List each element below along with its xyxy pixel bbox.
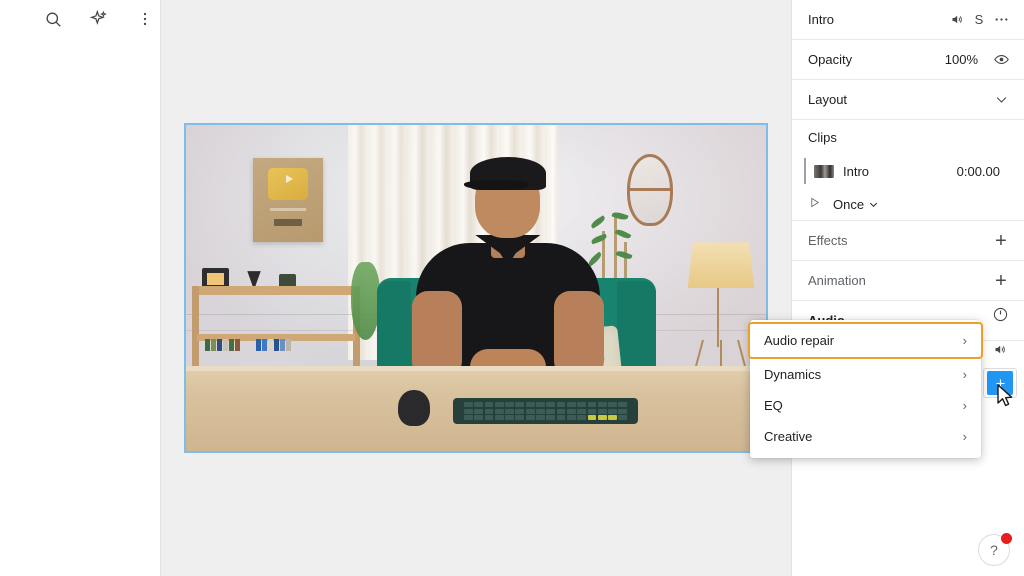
effects-label: Effects	[808, 233, 848, 248]
menu-item-label: EQ	[764, 398, 783, 413]
chevron-right-icon: ›	[962, 333, 967, 348]
desk-decor	[186, 366, 766, 451]
properties-panel: Intro S Opacity 100% Layout Clips Intro …	[791, 0, 1024, 576]
keyboard-decor	[452, 398, 639, 424]
menu-item-creative[interactable]: Creative ›	[750, 421, 981, 452]
solo-button[interactable]: S	[968, 12, 990, 27]
add-audio-effect-icon[interactable]	[983, 368, 1017, 398]
menu-item-audio-repair[interactable]: Audio repair ›	[748, 322, 983, 359]
left-toolbar	[0, 0, 161, 576]
menu-item-eq[interactable]: EQ ›	[750, 390, 981, 421]
clock-icon[interactable]	[988, 302, 1012, 326]
menu-item-dynamics[interactable]: Dynamics ›	[750, 359, 981, 390]
sparkle-icon[interactable]	[87, 7, 111, 31]
clips-label: Clips	[808, 129, 837, 145]
more-horizontal-icon[interactable]	[990, 9, 1012, 31]
opacity-label: Opacity	[808, 52, 853, 67]
preview-canvas[interactable]	[161, 0, 791, 576]
opacity-row[interactable]: Opacity 100%	[792, 40, 1024, 80]
chevron-right-icon: ›	[962, 367, 967, 382]
search-icon[interactable]	[41, 7, 65, 31]
loop-mode-select[interactable]: Once	[833, 197, 879, 212]
animation-label: Animation	[808, 273, 866, 288]
chevron-right-icon: ›	[962, 429, 967, 444]
video-preview-frame[interactable]	[184, 123, 768, 453]
loop-mode-value: Once	[833, 196, 865, 212]
layout-label: Layout	[808, 92, 848, 107]
chevron-right-icon: ›	[962, 398, 967, 413]
panel-header-row: Intro S	[792, 0, 1024, 40]
video-scene-image	[186, 125, 766, 451]
plus-icon[interactable]: +	[990, 230, 1012, 252]
play-icon[interactable]	[808, 196, 821, 212]
help-label: ?	[990, 542, 998, 558]
opacity-value[interactable]: 100%	[945, 52, 978, 67]
clip-loop-row[interactable]: Once	[792, 188, 1024, 220]
clip-thumbnail	[814, 164, 834, 178]
mouse-decor	[397, 389, 430, 426]
clip-selection-bar	[804, 158, 806, 184]
clip-timecode[interactable]: 0:00.00	[957, 164, 1000, 179]
panel-title: Intro	[808, 12, 835, 27]
speaker-icon[interactable]	[946, 9, 968, 31]
clip-name: Intro	[843, 163, 870, 179]
effects-row[interactable]: Effects +	[792, 221, 1024, 261]
plus-icon[interactable]: +	[990, 270, 1012, 292]
clip-list-item[interactable]: Intro 0:00.00	[792, 154, 1024, 188]
audio-effects-context-menu[interactable]: Audio repair › Dynamics › EQ › Creative …	[748, 320, 983, 458]
chevron-down-icon	[870, 202, 878, 207]
left-toolbar-icon-group	[0, 0, 160, 38]
chevron-down-icon[interactable]	[990, 89, 1012, 111]
app-root: Intro S Opacity 100% Layout Clips Intro …	[0, 0, 1024, 576]
more-vertical-icon[interactable]	[133, 7, 157, 31]
speaker-icon[interactable]	[988, 337, 1012, 361]
menu-item-label: Dynamics	[764, 367, 822, 382]
eye-icon[interactable]	[990, 49, 1012, 71]
animation-row[interactable]: Animation +	[792, 261, 1024, 301]
notification-dot	[1001, 533, 1012, 544]
layout-row[interactable]: Layout	[792, 80, 1024, 120]
clips-section-header: Clips	[792, 120, 1024, 154]
menu-item-label: Audio repair	[764, 333, 835, 348]
menu-item-label: Creative	[764, 429, 813, 444]
wall-plaque-decor	[252, 157, 324, 243]
floor-lamp-decor	[687, 242, 755, 288]
